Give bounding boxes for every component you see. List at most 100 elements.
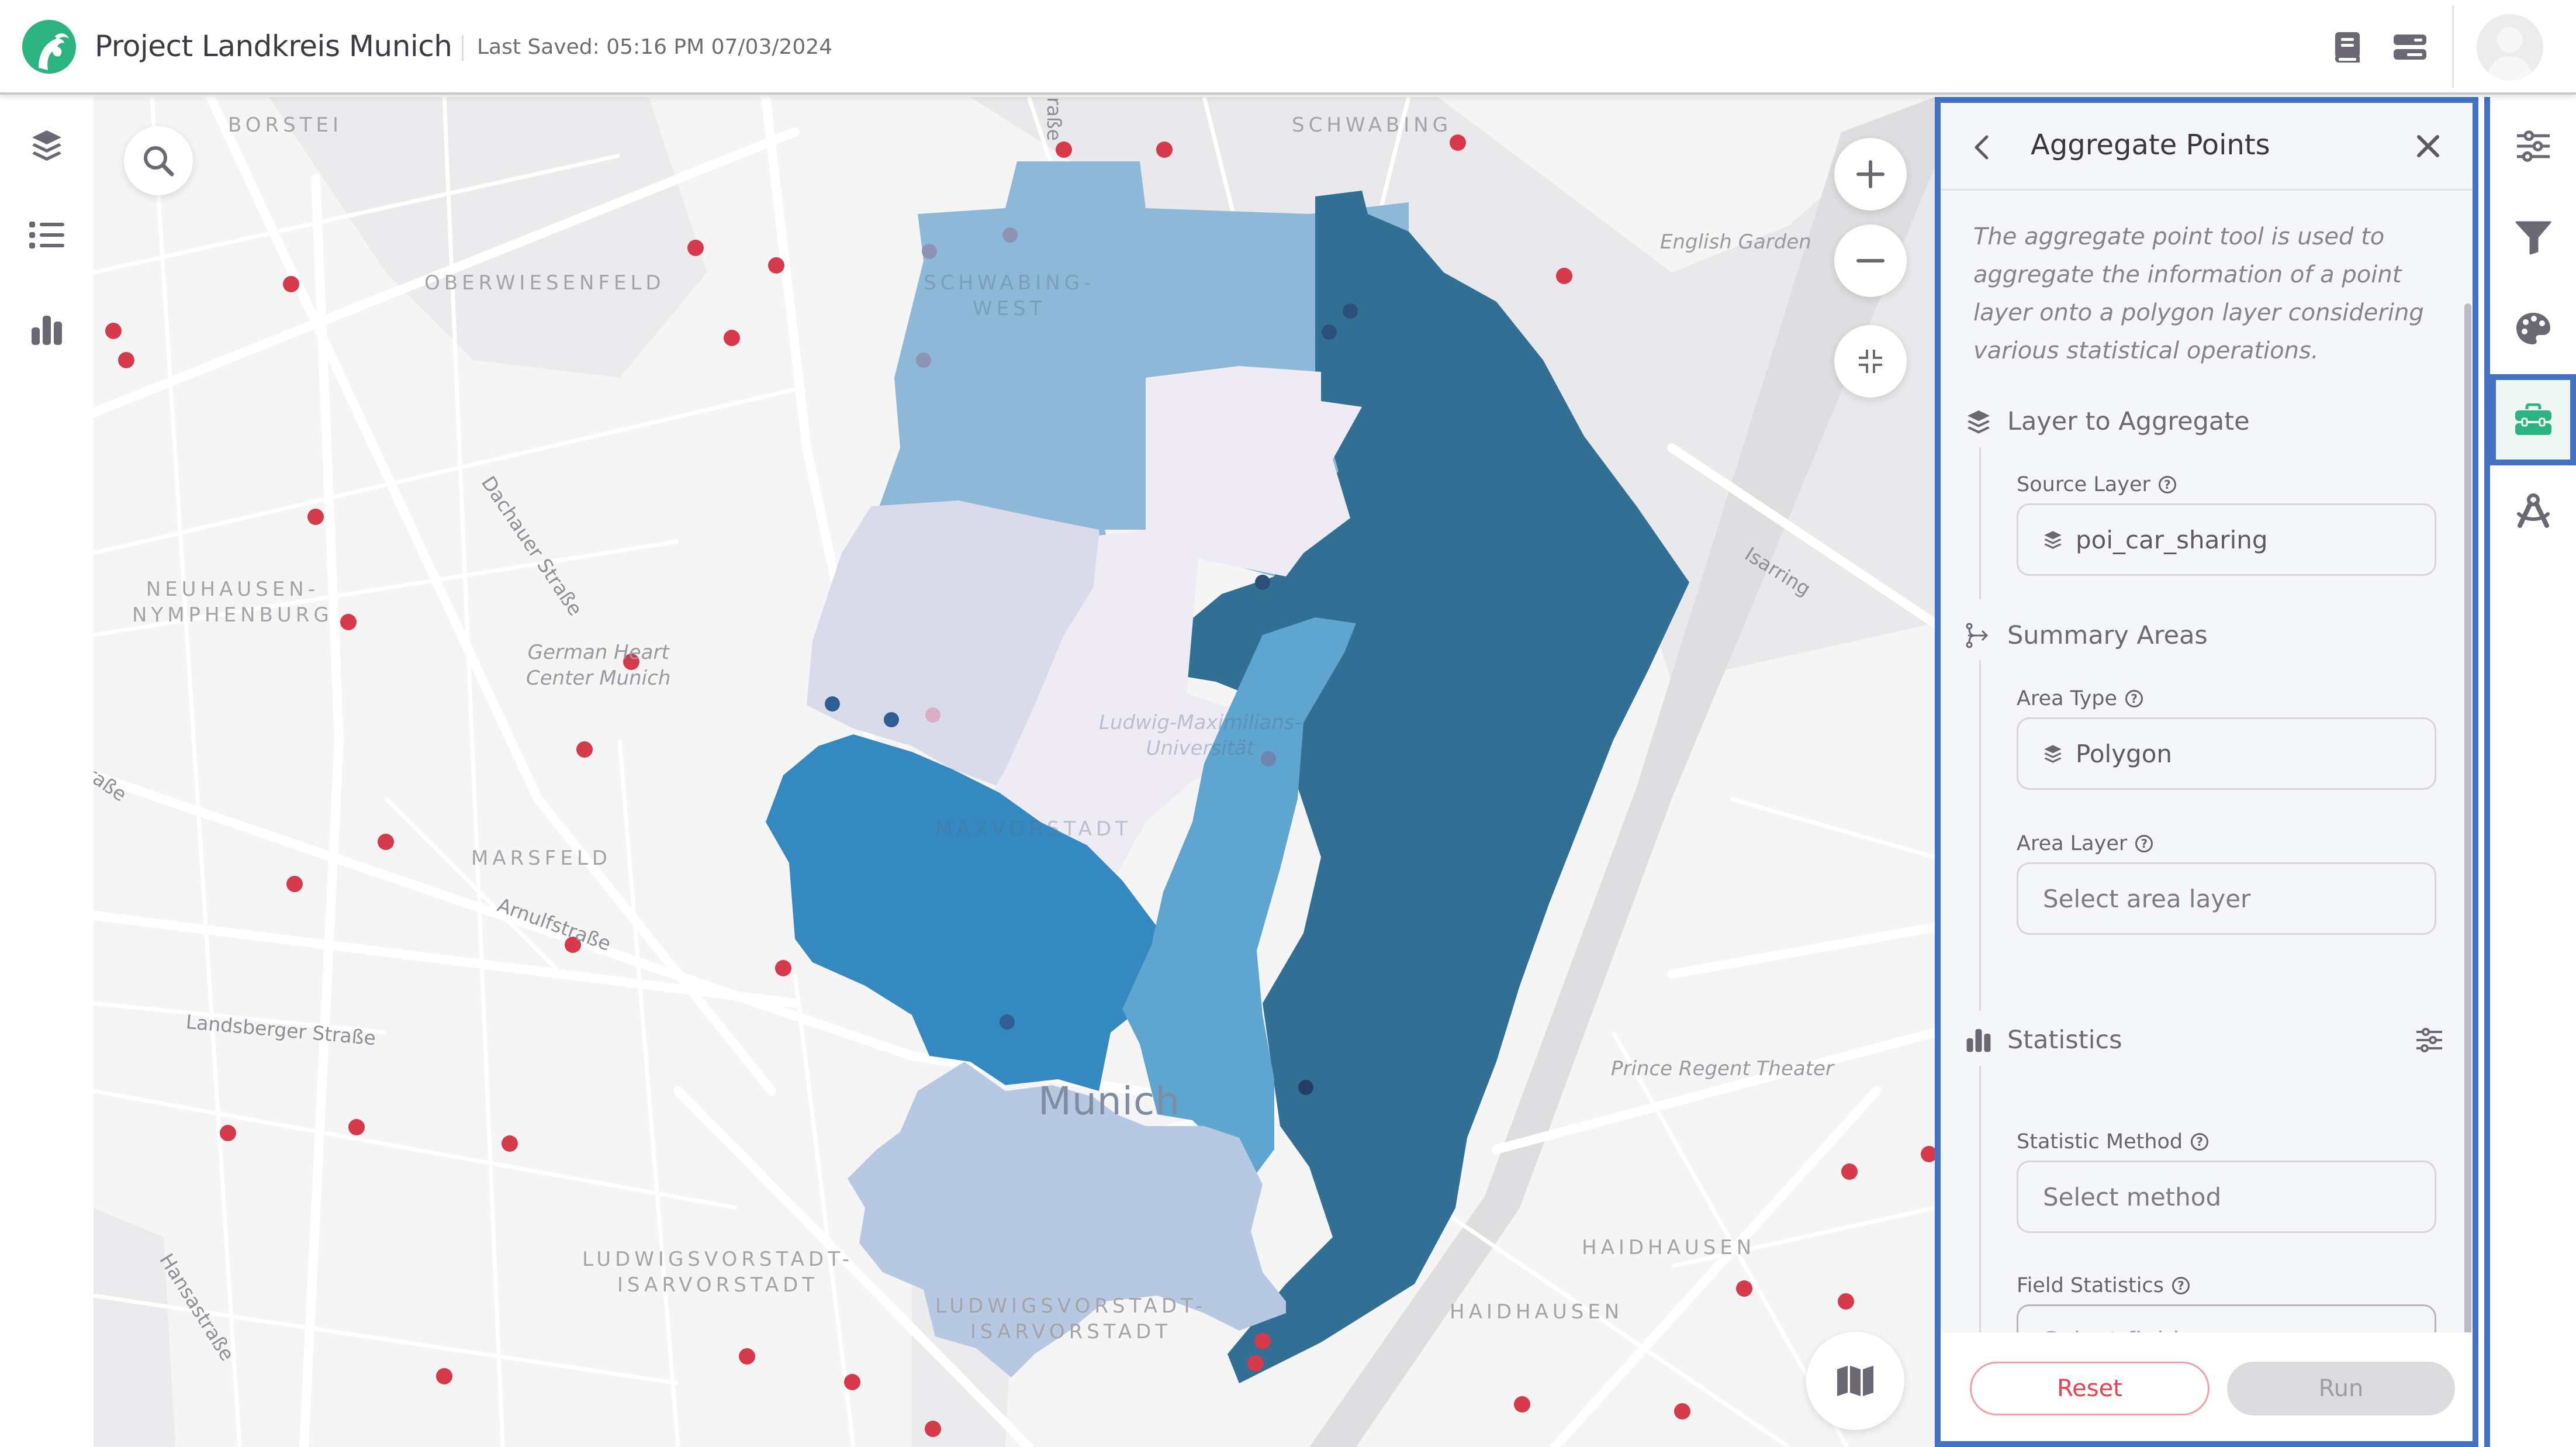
back-button[interactable] <box>1964 130 1999 165</box>
poi-point[interactable] <box>118 352 134 368</box>
section-statistics: Statistics <box>1964 1023 2461 1058</box>
poi-point[interactable] <box>844 1374 860 1390</box>
label-english-garden: English Garden <box>1660 230 1811 254</box>
help-icon[interactable]: ? <box>2135 835 2153 852</box>
map-canvas[interactable]: BORSTEI SCHWABING OBERWIESENFELD SCHWABI… <box>94 97 1935 1447</box>
label-german-heart-center: German Heart Center Munich <box>526 641 671 690</box>
layers-icon <box>32 130 61 161</box>
close-icon <box>2417 135 2439 157</box>
filter-button[interactable] <box>2490 192 2576 283</box>
legend-button[interactable] <box>23 212 70 258</box>
poi-point[interactable] <box>1921 1146 1935 1162</box>
toolbox-button[interactable] <box>2490 374 2576 465</box>
layers-icon <box>2044 531 2062 549</box>
label-schwabing: SCHWABING <box>1292 113 1453 137</box>
layers-button[interactable] <box>23 122 70 168</box>
area-layer-select[interactable]: Select area layer <box>2017 862 2436 935</box>
section-connector <box>1979 447 1981 599</box>
poi-point[interactable] <box>775 960 791 976</box>
poi-point[interactable] <box>307 509 324 525</box>
poi-point[interactable] <box>1247 1355 1264 1372</box>
help-icon[interactable]: ? <box>2172 1277 2190 1294</box>
poi-point[interactable] <box>1841 1163 1858 1180</box>
source-layer-value: poi_car_sharing <box>2076 525 2268 554</box>
poi-point[interactable] <box>1156 141 1173 158</box>
poi-point[interactable] <box>378 834 394 850</box>
poi-point[interactable] <box>283 276 299 292</box>
poi-point[interactable] <box>1838 1293 1854 1310</box>
top-header: Project Landkreis Munich Last Saved: 05:… <box>0 0 2576 95</box>
charts-button[interactable] <box>23 306 70 353</box>
label-munich: Munich <box>1038 1079 1181 1124</box>
statistics-settings-button[interactable] <box>2413 1024 2446 1056</box>
poi-point[interactable] <box>1254 1333 1271 1349</box>
poi-point[interactable] <box>340 614 357 630</box>
poi-point[interactable] <box>768 257 784 274</box>
run-button[interactable]: Run <box>2227 1362 2455 1415</box>
style-button[interactable] <box>2490 283 2576 374</box>
sliders-icon <box>2416 1028 2442 1052</box>
label-ludwigsvorstadt-east: LUDWIGSVORSTADT- ISARVORSTADT <box>935 1294 1207 1344</box>
right-toolbar <box>2484 97 2576 1447</box>
area-type-select[interactable]: Polygon <box>2017 717 2436 790</box>
zoom-in-button[interactable] <box>1834 138 1907 210</box>
poi-point[interactable] <box>1556 268 1572 284</box>
properties-button[interactable] <box>2490 101 2576 192</box>
layers-icon <box>2044 745 2062 763</box>
list-icon <box>29 222 64 248</box>
help-icon[interactable]: ? <box>2191 1133 2209 1151</box>
fit-bounds-button[interactable] <box>1834 325 1907 398</box>
bar-chart-icon <box>32 316 62 345</box>
source-layer-select[interactable]: poi_car_sharing <box>2017 503 2436 576</box>
goat-logo-icon[interactable] <box>21 19 77 75</box>
poi-point[interactable] <box>1674 1403 1690 1420</box>
panel-scrollbar[interactable] <box>2464 303 2471 1344</box>
zoom-out-button[interactable] <box>1834 225 1907 297</box>
poi-point[interactable] <box>739 1348 755 1365</box>
source-layer-label: Source Layer? <box>2017 473 2176 496</box>
poi-point[interactable] <box>687 240 704 256</box>
reset-button[interactable]: Reset <box>1970 1362 2210 1415</box>
merge-arrow-icon <box>1964 621 1993 650</box>
book-icon[interactable] <box>2328 27 2368 68</box>
panel-header: Aggregate Points <box>1941 103 2473 191</box>
scenario-button[interactable] <box>2490 465 2576 557</box>
poi-point[interactable] <box>1450 134 1466 151</box>
method-placeholder: Select method <box>2043 1182 2222 1211</box>
area-layer-label: Area Layer? <box>2017 832 2153 855</box>
section-title: Layer to Aggregate <box>2007 407 2250 436</box>
section-layer-to-aggregate: Layer to Aggregate <box>1964 404 2250 439</box>
map-search-button[interactable] <box>124 126 193 195</box>
poi-point[interactable] <box>286 876 303 892</box>
basemap-button[interactable] <box>1806 1332 1904 1430</box>
project-title: Project Landkreis Munich <box>95 29 452 63</box>
label-lmu: Ludwig-Maximilians- Universität <box>1099 711 1302 760</box>
help-icon[interactable]: ? <box>2158 476 2176 493</box>
map-icon <box>1837 1366 1873 1396</box>
close-panel-button[interactable] <box>2411 129 2446 164</box>
label-text: Area Layer <box>2017 832 2128 855</box>
area-layer-placeholder: Select area layer <box>2043 884 2251 913</box>
toolbox-icon <box>2515 403 2551 435</box>
poi-point[interactable] <box>925 1421 941 1437</box>
poi-point[interactable] <box>105 323 122 339</box>
poi-point[interactable] <box>576 741 593 758</box>
section-summary-areas: Summary Areas <box>1964 618 2208 653</box>
poi-point[interactable] <box>1056 141 1072 158</box>
poi-point[interactable] <box>502 1135 518 1152</box>
label-text: Source Layer <box>2017 473 2150 496</box>
help-icon[interactable]: ? <box>2125 690 2143 707</box>
label-maxvorstadt: MAXVORSTADT <box>935 817 1132 841</box>
poi-point[interactable] <box>436 1368 452 1384</box>
poi-point[interactable] <box>1514 1396 1530 1413</box>
poi-point[interactable] <box>348 1119 365 1135</box>
statistic-method-select[interactable]: Select method <box>2017 1161 2436 1233</box>
label-strasse-top: raße <box>1043 97 1066 141</box>
toggle-layout-icon[interactable] <box>2390 27 2430 68</box>
poi-point[interactable] <box>1736 1280 1752 1297</box>
plus-icon <box>1856 160 1885 188</box>
poi-point[interactable] <box>724 330 740 346</box>
label-text: Area Type <box>2017 687 2118 710</box>
user-avatar[interactable] <box>2477 14 2543 81</box>
poi-point[interactable] <box>220 1125 236 1141</box>
